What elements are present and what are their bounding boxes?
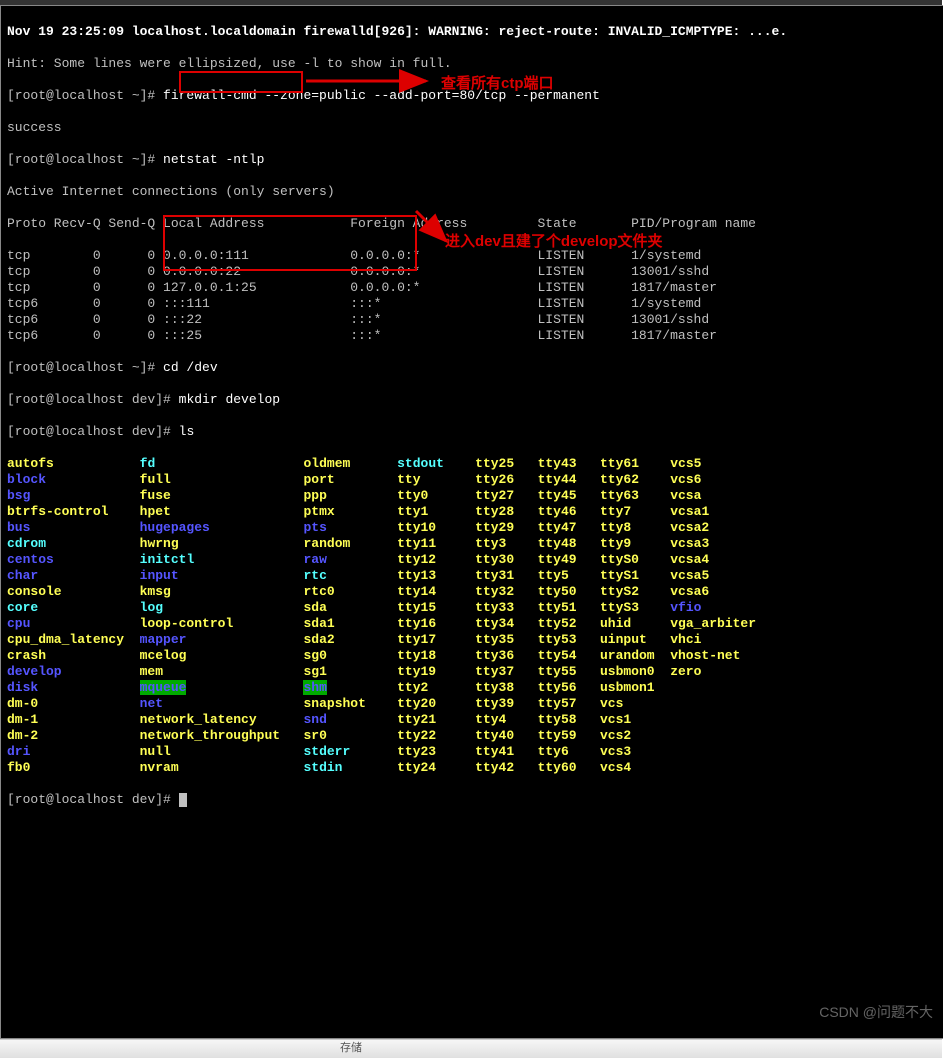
- cmd-line-2: [root@localhost ~]# netstat -ntlp: [7, 152, 937, 168]
- statusbar-text: 存储: [340, 1040, 362, 1056]
- hint-line: Hint: Some lines were ellipsized, use -l…: [7, 56, 937, 72]
- status-bar: 存储: [0, 1039, 942, 1058]
- watermark: CSDN @问题不大: [819, 1004, 933, 1020]
- annotation-text-2: 进入dev且建了个develop文件夹: [445, 234, 663, 250]
- netstat-row: tcp 0 0 0.0.0.0:111 0.0.0.0:* LISTEN 1/s…: [7, 248, 937, 264]
- netstat-row: tcp 0 0 0.0.0.0:22 0.0.0.0:* LISTEN 1300…: [7, 264, 937, 280]
- netstat-row: tcp6 0 0 :::25 :::* LISTEN 1817/master: [7, 328, 937, 344]
- ls-row: dri null stderr tty23 tty41 tty6 vcs3: [7, 744, 937, 760]
- netstat-row: tcp6 0 0 :::22 :::* LISTEN 13001/sshd: [7, 312, 937, 328]
- cmd-line-5: [root@localhost dev]# ls: [7, 424, 937, 440]
- ls-row: dm-0 net snapshot tty20 tty39 tty57 vcs: [7, 696, 937, 712]
- ls-row: cpu loop-control sda1 tty16 tty34 tty52 …: [7, 616, 937, 632]
- ls-row: disk mqueue shm tty2 tty38 tty56 usbmon1: [7, 680, 937, 696]
- ls-row: core log sda tty15 tty33 tty51 ttyS3 vfi…: [7, 600, 937, 616]
- prompt-line[interactable]: [root@localhost dev]#: [7, 792, 937, 808]
- terminal[interactable]: Nov 19 23:25:09 localhost.localdomain fi…: [0, 5, 943, 1039]
- netstat-row: tcp 0 0 127.0.0.1:25 0.0.0.0:* LISTEN 18…: [7, 280, 937, 296]
- cmd-line-3: [root@localhost ~]# cd /dev: [7, 360, 937, 376]
- ls-row: console kmsg rtc0 tty14 tty32 tty50 ttyS…: [7, 584, 937, 600]
- ls-row: dm-1 network_latency snd tty21 tty4 tty5…: [7, 712, 937, 728]
- output-header: Active Internet connections (only server…: [7, 184, 937, 200]
- cmd-line-4: [root@localhost dev]# mkdir develop: [7, 392, 937, 408]
- ls-row: cpu_dma_latency mapper sda2 tty17 tty35 …: [7, 632, 937, 648]
- output-line: success: [7, 120, 937, 136]
- annotation-text-1: 查看所有ctp端口: [441, 76, 554, 92]
- ls-row: develop mem sg1 tty19 tty37 tty55 usbmon…: [7, 664, 937, 680]
- ls-row: bsg fuse ppp tty0 tty27 tty45 tty63 vcsa: [7, 488, 937, 504]
- ls-row: crash mcelog sg0 tty18 tty36 tty54 urand…: [7, 648, 937, 664]
- netstat-header: Proto Recv-Q Send-Q Local Address Foreig…: [7, 216, 937, 232]
- ls-row: fb0 nvram stdin tty24 tty42 tty60 vcs4: [7, 760, 937, 776]
- ls-row: char input rtc tty13 tty31 tty5 ttyS1 vc…: [7, 568, 937, 584]
- log-line: Nov 19 23:25:09 localhost.localdomain fi…: [7, 24, 937, 40]
- ls-row: bus hugepages pts tty10 tty29 tty47 tty8…: [7, 520, 937, 536]
- ls-row: cdrom hwrng random tty11 tty3 tty48 tty9…: [7, 536, 937, 552]
- cursor: [179, 793, 187, 807]
- ls-row: autofs fd oldmem stdout tty25 tty43 tty6…: [7, 456, 937, 472]
- ls-row: btrfs-control hpet ptmx tty1 tty28 tty46…: [7, 504, 937, 520]
- netstat-row: tcp6 0 0 :::111 :::* LISTEN 1/systemd: [7, 296, 937, 312]
- ls-row: dm-2 network_throughput sr0 tty22 tty40 …: [7, 728, 937, 744]
- ls-row: block full port tty tty26 tty44 tty62 vc…: [7, 472, 937, 488]
- ls-row: centos initctl raw tty12 tty30 tty49 tty…: [7, 552, 937, 568]
